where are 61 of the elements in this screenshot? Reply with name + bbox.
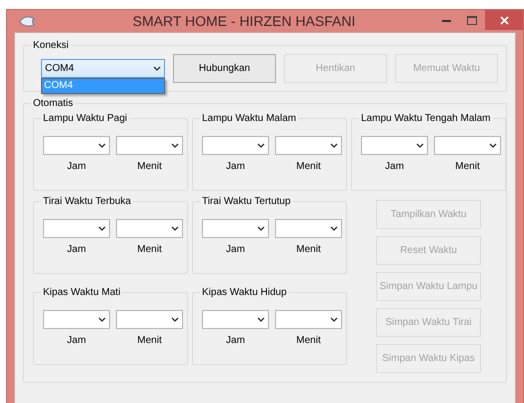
field-label: Jam xyxy=(226,161,245,172)
field-label: Jam xyxy=(67,161,86,172)
chevron-down-icon xyxy=(489,143,497,148)
maximize-icon xyxy=(467,16,477,24)
time-dropdown[interactable] xyxy=(434,136,501,155)
field-label: Menit xyxy=(137,244,162,255)
port-dropdown[interactable]: COM4 xyxy=(41,59,165,78)
chevron-down-icon xyxy=(171,317,179,322)
field-label: Jam xyxy=(226,244,245,255)
chevron-down-icon xyxy=(171,143,179,148)
time-dropdown[interactable] xyxy=(275,310,342,329)
field-label: Jam xyxy=(385,161,404,172)
group-label: Koneksi xyxy=(32,40,70,51)
field-label: Jam xyxy=(67,244,86,255)
chevron-down-icon xyxy=(330,143,338,148)
time-dropdown[interactable] xyxy=(275,136,342,155)
time-dropdown[interactable] xyxy=(361,136,428,155)
chevron-down-icon xyxy=(257,226,265,231)
window-title: SMART HOME - HIRZEN HASFANI xyxy=(132,13,356,29)
time-dropdown[interactable] xyxy=(43,310,110,329)
group-label: Kipas Waktu Mati xyxy=(42,287,122,298)
time-dropdown[interactable] xyxy=(202,310,269,329)
group-label: Kipas Waktu Hidup xyxy=(201,287,288,298)
chevron-down-icon xyxy=(257,143,265,148)
close-button[interactable] xyxy=(485,10,523,30)
field-label: Menit xyxy=(455,161,480,172)
time-dropdown[interactable] xyxy=(116,310,183,329)
field-label: Menit xyxy=(296,244,321,255)
field-label: Menit xyxy=(137,335,162,346)
dropdown-option[interactable]: COM4 xyxy=(42,79,164,93)
time-dropdown[interactable] xyxy=(116,136,183,155)
field-label: Menit xyxy=(296,161,321,172)
group-label: Lampu Waktu Malam xyxy=(201,113,298,124)
field-label: Jam xyxy=(67,335,86,346)
group-label: Lampu Waktu Tengah Malam xyxy=(360,113,492,124)
minimize-icon xyxy=(442,18,450,22)
chevron-down-icon xyxy=(153,66,161,71)
field-label: Jam xyxy=(226,335,245,346)
close-icon xyxy=(500,16,508,24)
time-dropdown[interactable] xyxy=(202,219,269,238)
field-label: Menit xyxy=(296,335,321,346)
time-dropdown[interactable] xyxy=(43,219,110,238)
time-dropdown[interactable] xyxy=(275,219,342,238)
chevron-down-icon xyxy=(98,226,106,231)
chevron-down-icon xyxy=(171,226,179,231)
chevron-down-icon xyxy=(257,317,265,322)
group-label: Tirai Waktu Terbuka xyxy=(42,196,132,207)
time-dropdown[interactable] xyxy=(43,136,110,155)
group-label: Otomatis xyxy=(32,98,74,109)
time-dropdown[interactable] xyxy=(202,136,269,155)
time-dropdown[interactable] xyxy=(116,219,183,238)
chevron-down-icon xyxy=(98,143,106,148)
field-label: Menit xyxy=(137,161,162,172)
group-label: Lampu Waktu Pagi xyxy=(42,113,128,124)
group-label: Tirai Waktu Tertutup xyxy=(201,196,292,207)
chevron-down-icon xyxy=(416,143,424,148)
chevron-down-icon xyxy=(330,317,338,322)
app-icon xyxy=(19,15,35,27)
action-button[interactable]: Hubungkan xyxy=(173,54,276,83)
chevron-down-icon xyxy=(330,226,338,231)
chevron-down-icon xyxy=(98,317,106,322)
